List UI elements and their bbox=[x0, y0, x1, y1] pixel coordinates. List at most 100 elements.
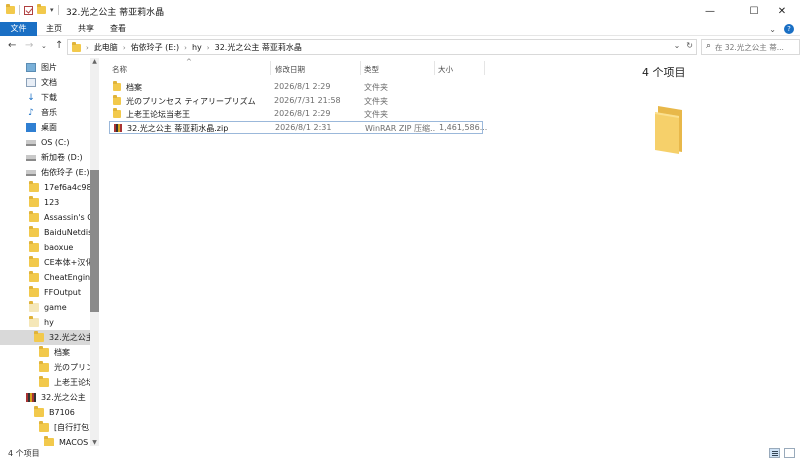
file-type: 文件夹 bbox=[364, 83, 388, 92]
sidebar-item-desktop[interactable]: 桌面 bbox=[0, 120, 90, 135]
sidebar-item-folder[interactable]: 档案 bbox=[0, 345, 90, 360]
column-divider[interactable] bbox=[270, 61, 271, 75]
breadcrumb-separator-icon[interactable]: › bbox=[86, 44, 89, 52]
breadcrumb-separator-icon[interactable]: › bbox=[207, 44, 210, 52]
sidebar-item-folder[interactable]: game bbox=[0, 300, 90, 315]
sidebar-item-label: 32.光之公主 bbox=[49, 333, 90, 342]
sidebar-item-label: CE本体+汉化 bbox=[44, 258, 90, 267]
recent-locations-chevron-icon[interactable]: ⌄ bbox=[41, 42, 47, 50]
sidebar-item-folder[interactable]: baoxue bbox=[0, 240, 90, 255]
sidebar-item-zip[interactable]: 32.光之公主 bbox=[0, 390, 90, 405]
breadcrumb-this-pc[interactable]: 此电脑 bbox=[94, 42, 118, 53]
sidebar-item-folder[interactable]: 上老王论坛 bbox=[0, 375, 90, 390]
customize-toolbar-chevron-icon[interactable]: ▾ bbox=[50, 6, 54, 14]
file-date: 2026/8/1 2:29 bbox=[274, 109, 331, 118]
sidebar-item-label: hy bbox=[44, 318, 54, 327]
back-arrow-icon[interactable]: ← bbox=[8, 40, 16, 51]
address-dropdown-chevron-icon[interactable]: ⌄ bbox=[674, 41, 681, 50]
sidebar-item-current-folder[interactable]: 32.光之公主 bbox=[0, 330, 90, 345]
sidebar-item-folder[interactable]: 17ef6a4c981 bbox=[0, 180, 90, 195]
up-arrow-icon[interactable]: ↑ bbox=[55, 40, 63, 51]
file-row[interactable]: 档案 2026/8/1 2:29 文件夹 bbox=[109, 81, 483, 94]
breadcrumb-hy[interactable]: hy bbox=[192, 43, 202, 52]
drive-icon bbox=[26, 169, 36, 176]
sidebar-item-label: OS (C:) bbox=[41, 138, 70, 147]
sidebar-item-drive-d[interactable]: 新加卷 (D:) bbox=[0, 150, 90, 165]
sidebar-item-folder[interactable]: B7106 bbox=[0, 405, 90, 420]
sidebar-item-folder[interactable]: CE本体+汉化 bbox=[0, 255, 90, 270]
folder-icon bbox=[29, 226, 39, 237]
navigation-bar: ← → ⌄ ↑ › 此电脑 › 佑依玲子 (E:) › hy › 32.光之公主… bbox=[0, 38, 800, 56]
column-header-name[interactable]: 名称 bbox=[112, 64, 127, 75]
new-folder-icon[interactable] bbox=[37, 4, 46, 14]
sidebar-item-label: 光のプリン bbox=[54, 363, 90, 372]
expand-ribbon-chevron-icon[interactable]: ⌄ bbox=[769, 25, 776, 34]
column-header-date[interactable]: 修改日期 bbox=[275, 64, 305, 75]
tab-file[interactable]: 文件 bbox=[0, 22, 37, 36]
folder-icon bbox=[113, 95, 121, 105]
file-row-focused[interactable]: 32.光之公主 蒂亚莉水晶.zip 2026/8/1 2:31 WinRAR Z… bbox=[109, 121, 487, 134]
sidebar-item-label: baoxue bbox=[44, 243, 74, 252]
sidebar-item-music[interactable]: ♪ 音乐 bbox=[0, 105, 90, 120]
sidebar-item-folder[interactable]: 光のプリン bbox=[0, 360, 90, 375]
file-name: 光のプリンセス ティアリープリズム bbox=[126, 97, 256, 106]
tab-home[interactable]: 主页 bbox=[46, 22, 62, 36]
details-view-button[interactable] bbox=[769, 448, 780, 458]
sidebar-item-folder[interactable]: FFOutput bbox=[0, 285, 90, 300]
properties-icon[interactable] bbox=[24, 5, 33, 15]
column-divider[interactable] bbox=[360, 61, 361, 75]
sidebar-item-folder[interactable]: [自行打包] bbox=[0, 420, 90, 435]
sidebar-item-folder[interactable]: Assassin's Cr bbox=[0, 210, 90, 225]
search-box[interactable]: ⌕ bbox=[701, 39, 800, 55]
breadcrumb-separator-icon[interactable]: › bbox=[184, 44, 187, 52]
address-bar[interactable]: › 此电脑 › 佑依玲子 (E:) › hy › 32.光之公主 蒂亚莉水晶 ⌄… bbox=[67, 39, 697, 55]
sidebar-item-pictures[interactable]: 图片 bbox=[0, 60, 90, 75]
file-row[interactable]: 光のプリンセス ティアリープリズム 2026/7/31 21:58 文件夹 bbox=[109, 95, 483, 108]
sidebar-item-folder[interactable]: hy bbox=[0, 315, 90, 330]
desktop-icon bbox=[26, 123, 36, 132]
folder-icon bbox=[34, 406, 44, 417]
sidebar-item-folder[interactable]: BaiduNetdisl bbox=[0, 225, 90, 240]
sidebar-item-label: Assassin's Cr bbox=[44, 213, 90, 222]
breadcrumb-current-folder[interactable]: 32.光之公主 蒂亚莉水晶 bbox=[215, 42, 302, 53]
tab-view[interactable]: 查看 bbox=[110, 22, 126, 36]
status-item-count: 4 个项目 bbox=[8, 449, 40, 458]
ribbon-tabs: 文件 主页 共享 查看 ⌄ ? bbox=[0, 22, 800, 36]
sidebar-item-folder[interactable]: CheatEngine bbox=[0, 270, 90, 285]
breadcrumb-drive-e[interactable]: 佑依玲子 (E:) bbox=[131, 42, 180, 53]
scroll-up-icon[interactable]: ▲ bbox=[90, 58, 99, 67]
scrollbar-thumb[interactable] bbox=[90, 170, 99, 312]
sidebar-item-drive-e[interactable]: 佑依玲子 (E:) bbox=[0, 165, 90, 180]
sidebar-item-label: 123 bbox=[44, 198, 60, 207]
preview-item-count: 4 个项目 bbox=[642, 66, 686, 79]
close-button[interactable]: ✕ bbox=[764, 0, 800, 22]
sidebar-item-folder[interactable]: 123 bbox=[0, 195, 90, 210]
help-icon[interactable]: ? bbox=[784, 24, 794, 34]
refresh-icon[interactable]: ↻ bbox=[686, 41, 693, 50]
column-divider[interactable] bbox=[434, 61, 435, 75]
column-header-size[interactable]: 大小 bbox=[438, 64, 453, 75]
drive-icon bbox=[26, 154, 36, 161]
sidebar-item-drive-c[interactable]: OS (C:) bbox=[0, 135, 90, 150]
sidebar-scrollbar[interactable]: ▲ ▼ bbox=[90, 58, 99, 448]
column-divider[interactable] bbox=[484, 61, 485, 75]
sidebar-item-downloads[interactable]: ↓ 下载 bbox=[0, 90, 90, 105]
location-folder-icon bbox=[72, 41, 81, 52]
folder-icon bbox=[113, 81, 121, 91]
large-icons-view-button[interactable] bbox=[784, 448, 795, 458]
search-input[interactable] bbox=[715, 41, 799, 53]
quick-access-toolbar: ▾ bbox=[6, 4, 59, 15]
music-icon: ♪ bbox=[28, 108, 34, 118]
file-row[interactable]: 上老王论坛当老王 2026/8/1 2:29 文件夹 bbox=[109, 108, 483, 121]
folder-icon[interactable] bbox=[6, 4, 15, 14]
breadcrumb-separator-icon[interactable]: › bbox=[123, 44, 126, 52]
minimize-button[interactable]: — bbox=[692, 0, 728, 22]
file-date: 2026/8/1 2:31 bbox=[275, 123, 332, 132]
sidebar-item-documents[interactable]: 文档 bbox=[0, 75, 90, 90]
documents-icon bbox=[26, 78, 36, 87]
column-header-type[interactable]: 类型 bbox=[364, 64, 379, 75]
sidebar-item-label: 音乐 bbox=[41, 108, 57, 117]
file-date: 2026/7/31 21:58 bbox=[274, 96, 341, 105]
forward-arrow-icon[interactable]: → bbox=[25, 40, 33, 51]
tab-share[interactable]: 共享 bbox=[78, 22, 94, 36]
